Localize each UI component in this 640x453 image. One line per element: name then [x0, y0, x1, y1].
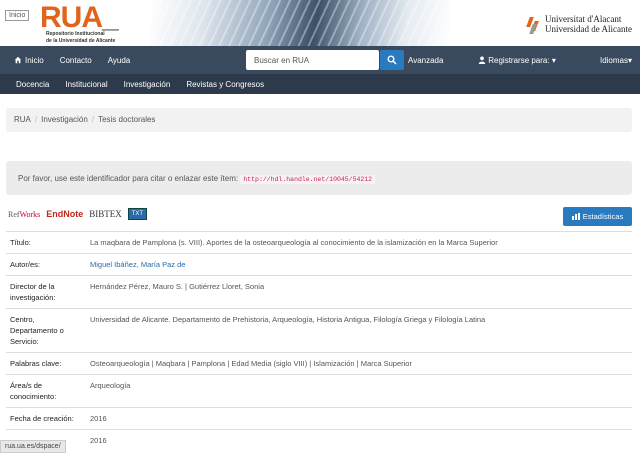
- table-row: Título: La maqbara de Pamplona (s. VIII).…: [6, 231, 632, 254]
- univ-line-2: Universidad de Alicante: [545, 24, 632, 34]
- nav-help[interactable]: Ayuda: [100, 56, 139, 65]
- refworks-label-a: Ref: [8, 209, 20, 219]
- user-icon: [478, 56, 486, 64]
- statistics-button[interactable]: Estadísticas: [563, 207, 632, 226]
- nav2-revistas[interactable]: Revistas y Congresos: [178, 80, 272, 89]
- field-value: La maqbara de Pamplona (s. VIII). Aporte…: [86, 231, 632, 254]
- field-label: Centro, Departamento o Servicio:: [6, 308, 86, 353]
- status-bar-url: rua.ua.es/dspace/: [0, 440, 66, 453]
- cite-identifier-alert: Por favor, use este identificador para c…: [6, 161, 632, 195]
- breadcrumb-tesis: Tesis doctorales: [98, 115, 156, 124]
- nav2-institucional[interactable]: Institucional: [57, 80, 115, 89]
- univ-line-1: Universitat d'Alacant: [545, 14, 622, 24]
- nav-contact[interactable]: Contacto: [52, 56, 100, 65]
- inicio-tab[interactable]: Inicio: [5, 10, 30, 21]
- field-label: Director de la investigación:: [6, 275, 86, 309]
- main-navbar: Inicio Contacto Ayuda Buscar en RUA Avan…: [0, 46, 640, 74]
- table-row: Director de la investigación: Hernández P…: [6, 275, 632, 309]
- banner-photo: [150, 0, 450, 46]
- export-links: RefWorks EndNote BIBTEX TXT: [8, 208, 148, 220]
- field-label: Palabras clave:: [6, 352, 86, 375]
- rua-subtitle-2: de la Universidad de Alicante: [46, 38, 116, 44]
- refworks-export[interactable]: RefWorks: [8, 210, 40, 219]
- breadcrumb-investigacion[interactable]: Investigación: [41, 115, 88, 124]
- table-row: Palabras clave: Osteoarqueología | Maqbar…: [6, 352, 632, 375]
- table-row: 2016: [6, 429, 632, 451]
- handle-url[interactable]: http://hdl.handle.net/10045/54212: [240, 175, 376, 184]
- table-row: Autor/es: Miguel Ibáñez, María Paz de: [6, 253, 632, 276]
- search-button[interactable]: [380, 50, 404, 70]
- field-value: Universidad de Alicante. Departamento de…: [86, 308, 632, 353]
- rua-logo[interactable]: RUA_: [40, 1, 119, 34]
- ua-logo-icon: [526, 15, 541, 34]
- nav2-investigacion[interactable]: Investigación: [116, 80, 179, 89]
- bibtex-export[interactable]: BIBTEX: [89, 209, 122, 219]
- endnote-export[interactable]: EndNote: [46, 209, 83, 219]
- rua-logo-text: RUA: [40, 1, 103, 34]
- breadcrumb-rua[interactable]: RUA: [14, 115, 31, 124]
- table-row: Área/s de conocimiento: Arqueología: [6, 374, 632, 408]
- refworks-label-b: Works: [19, 209, 41, 219]
- search-input[interactable]: Buscar en RUA: [246, 50, 379, 70]
- advanced-search-link[interactable]: Avanzada: [408, 56, 443, 65]
- bar-chart-icon: [571, 213, 580, 220]
- table-row: Centro, Departamento o Servicio: Universi…: [6, 308, 632, 353]
- languages-label: Idiomas: [599, 56, 628, 65]
- field-label: Autor/es:: [6, 253, 86, 276]
- nav-home[interactable]: Inicio: [0, 56, 52, 65]
- field-label: Fecha de creación:: [6, 407, 86, 430]
- breadcrumb: RUA / Investigación / Tesis doctorales: [6, 108, 632, 132]
- caret-down-icon: ▾: [551, 56, 556, 65]
- register-label: Registrarse para:: [488, 56, 550, 65]
- field-value: Osteoarqueología | Maqbara | Pamplona | …: [86, 352, 632, 375]
- table-row: Fecha de creación: 2016: [6, 407, 632, 430]
- languages-menu[interactable]: Idiomas▾: [600, 56, 632, 65]
- secondary-navbar: Docencia Institucional Investigación Rev…: [0, 74, 640, 94]
- field-value: Arqueología: [86, 374, 632, 408]
- field-label: Título:: [6, 231, 86, 254]
- home-icon: [14, 56, 22, 64]
- search-icon: [387, 55, 397, 65]
- nav2-docencia[interactable]: Docencia: [8, 80, 57, 89]
- header-banner: Inicio RUA_ Repositorio Institucional de…: [0, 0, 640, 46]
- field-value: 2016: [86, 429, 632, 451]
- author-link[interactable]: Miguel Ibáñez, María Paz de: [90, 260, 185, 269]
- statistics-label: Estadísticas: [582, 212, 624, 221]
- register-menu[interactable]: Registrarse para: ▾: [478, 56, 556, 65]
- caret-down-icon: ▾: [627, 56, 632, 65]
- nav-home-label: Inicio: [25, 55, 44, 65]
- rua-subtitle-1: Repositorio Institucional: [46, 31, 105, 37]
- txt-export[interactable]: TXT: [127, 208, 148, 220]
- university-logo[interactable]: Universitat d'Alacant Universidad de Alic…: [526, 14, 632, 34]
- cite-text: Por favor, use este identificador para c…: [18, 174, 239, 183]
- field-label: Área/s de conocimiento:: [6, 374, 86, 408]
- field-value: 2016: [86, 407, 632, 430]
- record-metadata-table: Título: La maqbara de Pamplona (s. VIII).…: [6, 231, 632, 451]
- field-value: Hernández Pérez, Mauro S. | Gutiérrez Ll…: [86, 275, 632, 309]
